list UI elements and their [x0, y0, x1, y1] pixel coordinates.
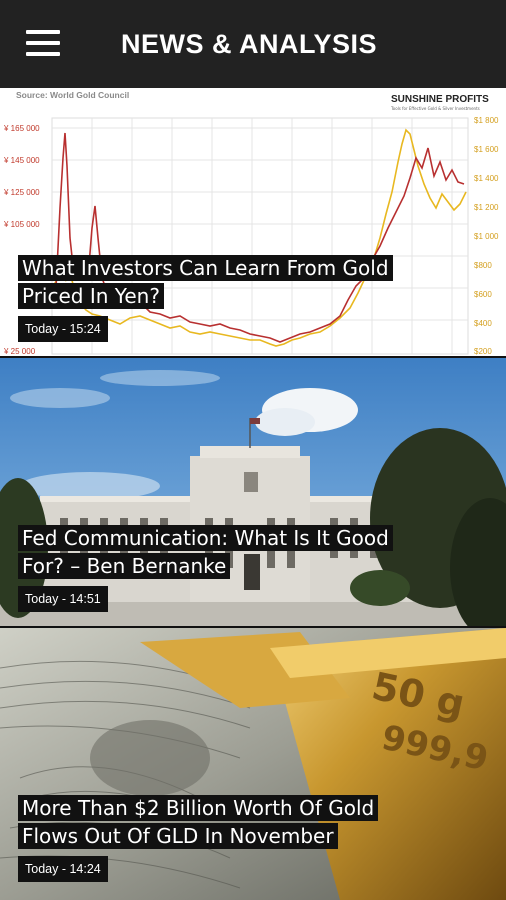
article-card-fed[interactable]: Fed Communication: What Is It Good For? … — [0, 358, 506, 626]
y-axis-left-tick: ¥ 145 000 — [4, 156, 40, 165]
y-axis-left-tick: ¥ 125 000 — [4, 188, 40, 197]
menu-line — [26, 30, 60, 34]
y-axis-left-tick: ¥ 105 000 — [4, 220, 40, 229]
app-bar: NEWS & ANALYSIS — [0, 0, 506, 88]
y-axis-right-tick: $800 — [474, 261, 492, 270]
y-axis-right-tick: $1 000 — [474, 232, 499, 241]
headline-line: Flows Out Of GLD In November — [18, 823, 338, 849]
hamburger-menu-icon[interactable] — [26, 30, 60, 56]
article-timestamp: Today - 15:24 — [18, 316, 108, 342]
y-axis-left-tick: ¥ 165 000 — [4, 124, 40, 133]
article-timestamp: Today - 14:51 — [18, 586, 108, 612]
headline-line: Fed Communication: What Is It Good — [18, 525, 393, 551]
menu-line — [26, 52, 60, 56]
y-axis-right-tick: $1 200 — [474, 203, 499, 212]
article-headline[interactable]: What Investors Can Learn From Gold Price… — [18, 254, 418, 310]
article-card-gold-yen[interactable]: Source: World Gold Council SUNSHINE PROF… — [0, 88, 506, 356]
headline-line: What Investors Can Learn From Gold — [18, 255, 393, 281]
article-card-gld[interactable]: 50 g 999,9 More Than $2 Billion Worth Of… — [0, 628, 506, 900]
menu-line — [26, 41, 60, 45]
sunshine-profits-logo: SUNSHINE PROFITS — [391, 94, 489, 105]
article-headline[interactable]: Fed Communication: What Is It Good For? … — [18, 524, 418, 580]
headline-line: More Than $2 Billion Worth Of Gold — [18, 795, 379, 821]
y-axis-right-tick: $1 400 — [474, 174, 499, 183]
y-axis-left-tick: ¥ 25 000 — [4, 347, 36, 356]
y-axis-right-tick: $400 — [474, 319, 492, 328]
article-headline[interactable]: More Than $2 Billion Worth Of Gold Flows… — [18, 794, 418, 850]
y-axis-right-tick: $1 800 — [474, 116, 499, 125]
y-axis-right-tick: $200 — [474, 347, 492, 356]
headline-line: For? – Ben Bernanke — [18, 553, 231, 579]
page-title: NEWS & ANALYSIS — [121, 29, 378, 59]
article-timestamp: Today - 14:24 — [18, 856, 108, 882]
y-axis-right-tick: $1 600 — [474, 145, 499, 154]
chart-source-caption: Source: World Gold Council — [16, 90, 130, 100]
headline-line: Priced In Yen? — [18, 283, 164, 309]
y-axis-right-tick: $600 — [474, 290, 492, 299]
logo-tagline: Tools for Effective Gold & Silver Invest… — [391, 106, 480, 111]
